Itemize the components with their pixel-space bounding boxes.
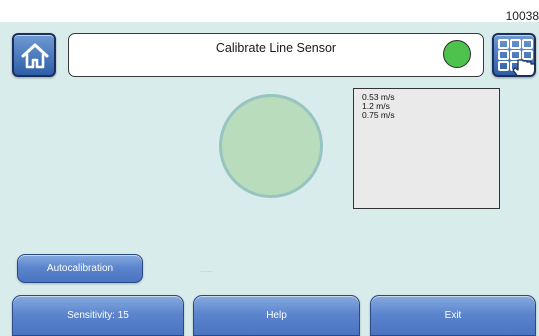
sensitivity-button[interactable]: Sensitivity: 15 bbox=[12, 295, 184, 336]
home-button[interactable] bbox=[12, 33, 56, 77]
page-title: Calibrate Line Sensor bbox=[215, 41, 337, 55]
screen-id: 10038 bbox=[505, 9, 539, 23]
menu-button[interactable] bbox=[492, 33, 536, 77]
help-button[interactable]: Help bbox=[193, 295, 360, 336]
title-bar: Calibrate Line Sensor bbox=[68, 33, 484, 77]
speed-readout-line: 0.75 m/s bbox=[362, 110, 395, 120]
top-band: 10038 bbox=[0, 0, 539, 23]
divider bbox=[200, 271, 212, 272]
status-indicator bbox=[443, 40, 471, 68]
autocalibration-button[interactable]: Autocalibration bbox=[17, 254, 143, 283]
exit-button[interactable]: Exit bbox=[370, 295, 536, 336]
sensor-indicator-circle bbox=[219, 94, 323, 198]
speed-readout-panel: 0.53 m/s 1.2 m/s 0.75 m/s bbox=[353, 88, 500, 209]
